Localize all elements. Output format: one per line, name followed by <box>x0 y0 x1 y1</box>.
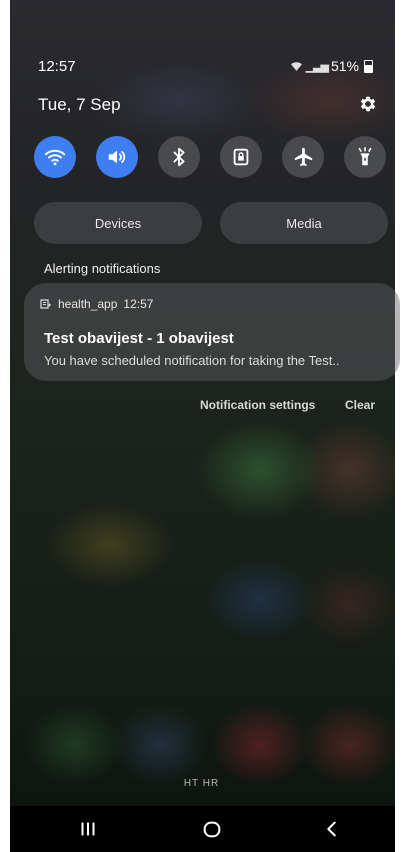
notification-title: Test obavijest - 1 obavijest <box>44 330 234 347</box>
status-time: 12:57 <box>38 58 76 75</box>
media-button[interactable]: Media <box>220 202 388 244</box>
signal-icon: ▁▃▅ <box>305 60 329 73</box>
recents-icon <box>81 822 95 836</box>
navigation-bar <box>10 806 395 852</box>
bluetooth-icon <box>173 147 185 167</box>
speaker-icon <box>108 150 126 164</box>
home-button[interactable] <box>192 814 232 844</box>
blurred-home-background <box>0 0 403 852</box>
carrier-label: HT HR <box>183 778 220 789</box>
notification-settings-link[interactable]: Notification settings <box>200 398 315 412</box>
status-bar: 12:57 ▁▃▅ 51% <box>38 58 373 78</box>
flashlight-icon <box>358 147 372 166</box>
notification-card[interactable]: health_app 12:57 Test obavijest - 1 obav… <box>24 283 400 381</box>
wifi-toggle[interactable] <box>34 136 76 178</box>
status-right: ▁▃▅ 51% <box>290 58 373 74</box>
notification-time: 12:57 <box>123 297 154 311</box>
airplane-icon <box>294 147 313 167</box>
battery-icon <box>364 59 373 73</box>
home-icon <box>203 821 221 838</box>
notification-body: You have scheduled notification for taki… <box>44 353 340 368</box>
date-label: Tue, 7 Sep <box>38 95 121 114</box>
lock-rotate-icon <box>233 148 249 166</box>
sound-toggle[interactable] <box>96 136 138 178</box>
wifi-icon <box>44 149 66 166</box>
clear-button[interactable]: Clear <box>345 398 375 412</box>
recents-button[interactable] <box>68 814 108 844</box>
notification-header: health_app 12:57 <box>40 297 153 311</box>
screenshot-frame-left <box>0 0 10 852</box>
back-button[interactable] <box>312 814 352 844</box>
alerting-notifications-heading: Alerting notifications <box>44 261 161 276</box>
airplane-toggle[interactable] <box>282 136 324 178</box>
notification-app-name: health_app <box>58 297 118 311</box>
battery-percent: 51% <box>330 58 359 74</box>
back-icon <box>327 821 336 837</box>
bluetooth-toggle[interactable] <box>158 136 200 178</box>
wifi-icon <box>290 61 302 71</box>
gear-icon[interactable] <box>356 94 380 118</box>
quick-settings-toggles <box>34 136 388 178</box>
app-icon <box>40 299 51 309</box>
devices-button[interactable]: Devices <box>34 202 202 244</box>
flashlight-toggle[interactable] <box>344 136 386 178</box>
screenshot-frame-right <box>395 0 403 852</box>
rotation-lock-toggle[interactable] <box>220 136 262 178</box>
